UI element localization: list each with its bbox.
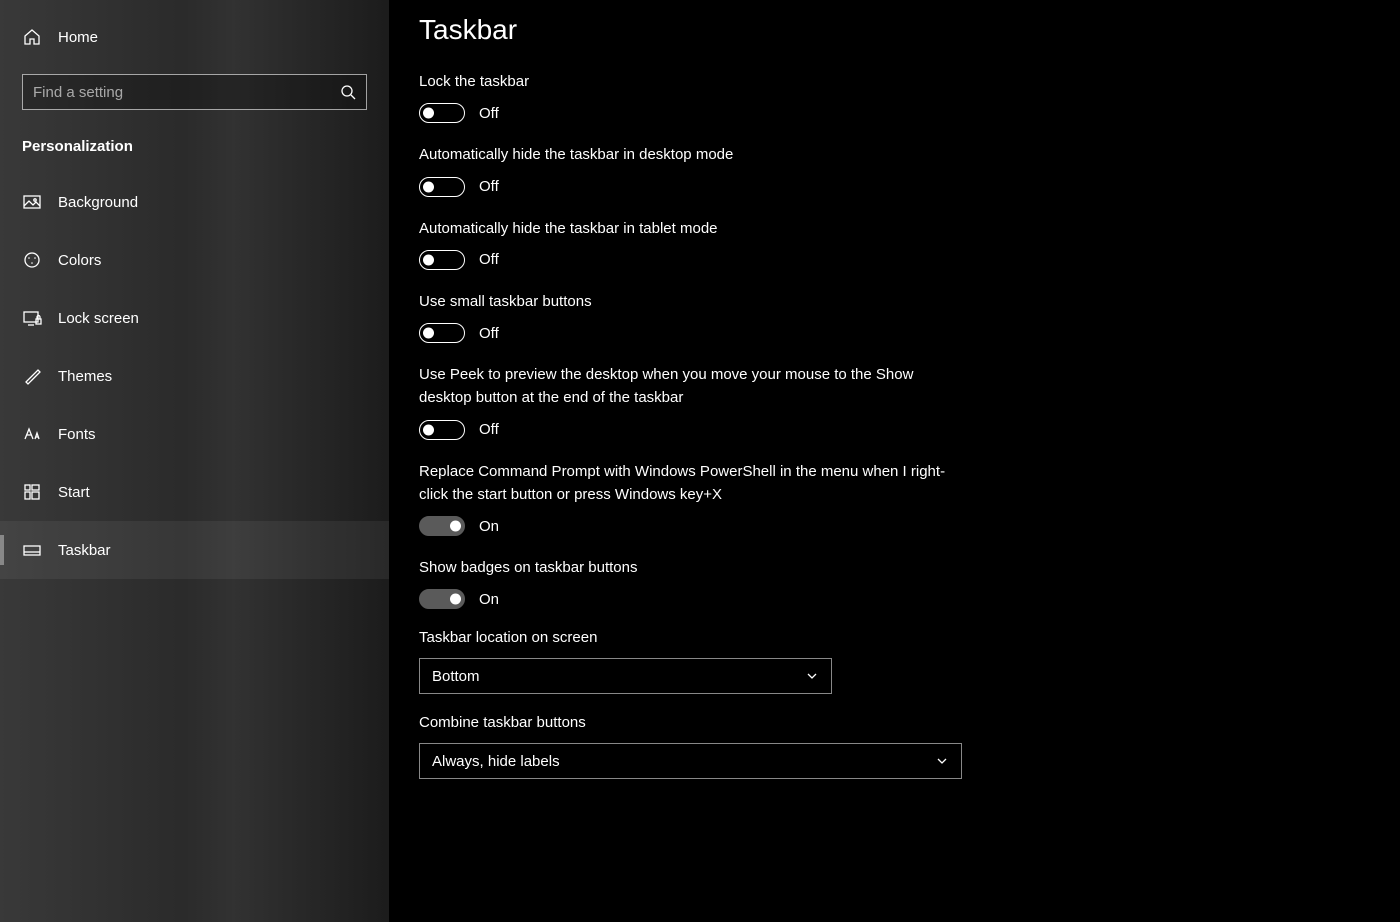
setting-label: Use small taskbar buttons — [419, 290, 969, 313]
toggle-switch[interactable] — [419, 420, 465, 440]
main-content: Taskbar Lock the taskbar Off Automatically… — [389, 0, 1400, 922]
fonts-icon — [22, 424, 42, 444]
setting-label: Automatically hide the taskbar in tablet… — [419, 217, 969, 240]
page-title: Taskbar — [419, 14, 1370, 46]
toggle-row: Off — [419, 323, 1370, 343]
toggle-switch[interactable] — [419, 177, 465, 197]
chevron-down-icon — [935, 754, 949, 768]
sidebar-item-fonts[interactable]: Fonts — [0, 405, 389, 463]
toggle-row: Off — [419, 103, 1370, 123]
setting-label: Lock the taskbar — [419, 70, 969, 93]
toggle-state-label: Off — [479, 105, 499, 122]
setting-label: Show badges on taskbar buttons — [419, 556, 969, 579]
sidebar-item-themes[interactable]: Themes — [0, 347, 389, 405]
taskbar-icon — [22, 540, 42, 560]
sidebar-item-label: Taskbar — [58, 542, 111, 559]
select-label: Taskbar location on screen — [419, 629, 1370, 646]
sidebar-item-taskbar[interactable]: Taskbar — [0, 521, 389, 579]
select-box[interactable]: Always, hide labels — [419, 743, 962, 779]
setting-toggle: Use Peek to preview the desktop when you… — [419, 363, 1370, 440]
home-button[interactable]: Home — [0, 18, 389, 56]
toggle-state-label: On — [479, 518, 499, 535]
toggle-state-label: Off — [479, 421, 499, 438]
toggle-knob — [423, 108, 434, 119]
search-input[interactable] — [33, 84, 340, 101]
setting-toggle: Automatically hide the taskbar in tablet… — [419, 217, 1370, 270]
monitor-lock-icon — [22, 308, 42, 328]
toggle-row: Off — [419, 177, 1370, 197]
select-value: Bottom — [432, 668, 480, 685]
toggle-state-label: Off — [479, 178, 499, 195]
setting-toggle: Lock the taskbar Off — [419, 70, 1370, 123]
search-icon — [340, 84, 356, 100]
sidebar-item-label: Colors — [58, 252, 101, 269]
toggle-switch[interactable] — [419, 589, 465, 609]
picture-icon — [22, 192, 42, 212]
setting-toggle: Replace Command Prompt with Windows Powe… — [419, 460, 1370, 537]
toggle-state-label: Off — [479, 325, 499, 342]
toggle-switch[interactable] — [419, 516, 465, 536]
setting-label: Automatically hide the taskbar in deskto… — [419, 143, 969, 166]
setting-toggle: Automatically hide the taskbar in deskto… — [419, 143, 1370, 196]
category-label: Personalization — [0, 128, 389, 173]
toggle-knob — [423, 424, 434, 435]
setting-select: Taskbar location on screen Bottom — [419, 629, 1370, 694]
toggle-state-label: On — [479, 591, 499, 608]
select-box[interactable]: Bottom — [419, 658, 832, 694]
sidebar-item-label: Fonts — [58, 426, 96, 443]
toggle-knob — [423, 254, 434, 265]
toggle-knob — [423, 181, 434, 192]
home-label: Home — [58, 29, 98, 46]
home-icon — [22, 27, 42, 47]
sidebar-item-lock-screen[interactable]: Lock screen — [0, 289, 389, 347]
sidebar: Home Personalization Background Colors — [0, 0, 389, 922]
setting-label: Replace Command Prompt with Windows Powe… — [419, 460, 969, 507]
toggle-row: On — [419, 516, 1370, 536]
setting-toggle: Show badges on taskbar buttons On — [419, 556, 1370, 609]
sidebar-item-label: Start — [58, 484, 90, 501]
toggle-row: Off — [419, 250, 1370, 270]
toggle-knob — [423, 328, 434, 339]
toggle-switch[interactable] — [419, 250, 465, 270]
sidebar-item-label: Background — [58, 194, 138, 211]
toggle-knob — [450, 521, 461, 532]
toggle-switch[interactable] — [419, 103, 465, 123]
toggle-switch[interactable] — [419, 323, 465, 343]
toggle-knob — [450, 594, 461, 605]
select-value: Always, hide labels — [432, 753, 560, 770]
sidebar-item-background[interactable]: Background — [0, 173, 389, 231]
setting-label: Use Peek to preview the desktop when you… — [419, 363, 969, 410]
toggle-row: Off — [419, 420, 1370, 440]
start-grid-icon — [22, 482, 42, 502]
setting-toggle: Use small taskbar buttons Off — [419, 290, 1370, 343]
sidebar-item-start[interactable]: Start — [0, 463, 389, 521]
sidebar-item-colors[interactable]: Colors — [0, 231, 389, 289]
palette-icon — [22, 250, 42, 270]
setting-select: Combine taskbar buttons Always, hide labe… — [419, 714, 1370, 779]
toggle-state-label: Off — [479, 251, 499, 268]
select-label: Combine taskbar buttons — [419, 714, 1370, 731]
toggle-row: On — [419, 589, 1370, 609]
search-box[interactable] — [22, 74, 367, 110]
paintbrush-icon — [22, 366, 42, 386]
sidebar-item-label: Themes — [58, 368, 112, 385]
chevron-down-icon — [805, 669, 819, 683]
sidebar-item-label: Lock screen — [58, 310, 139, 327]
